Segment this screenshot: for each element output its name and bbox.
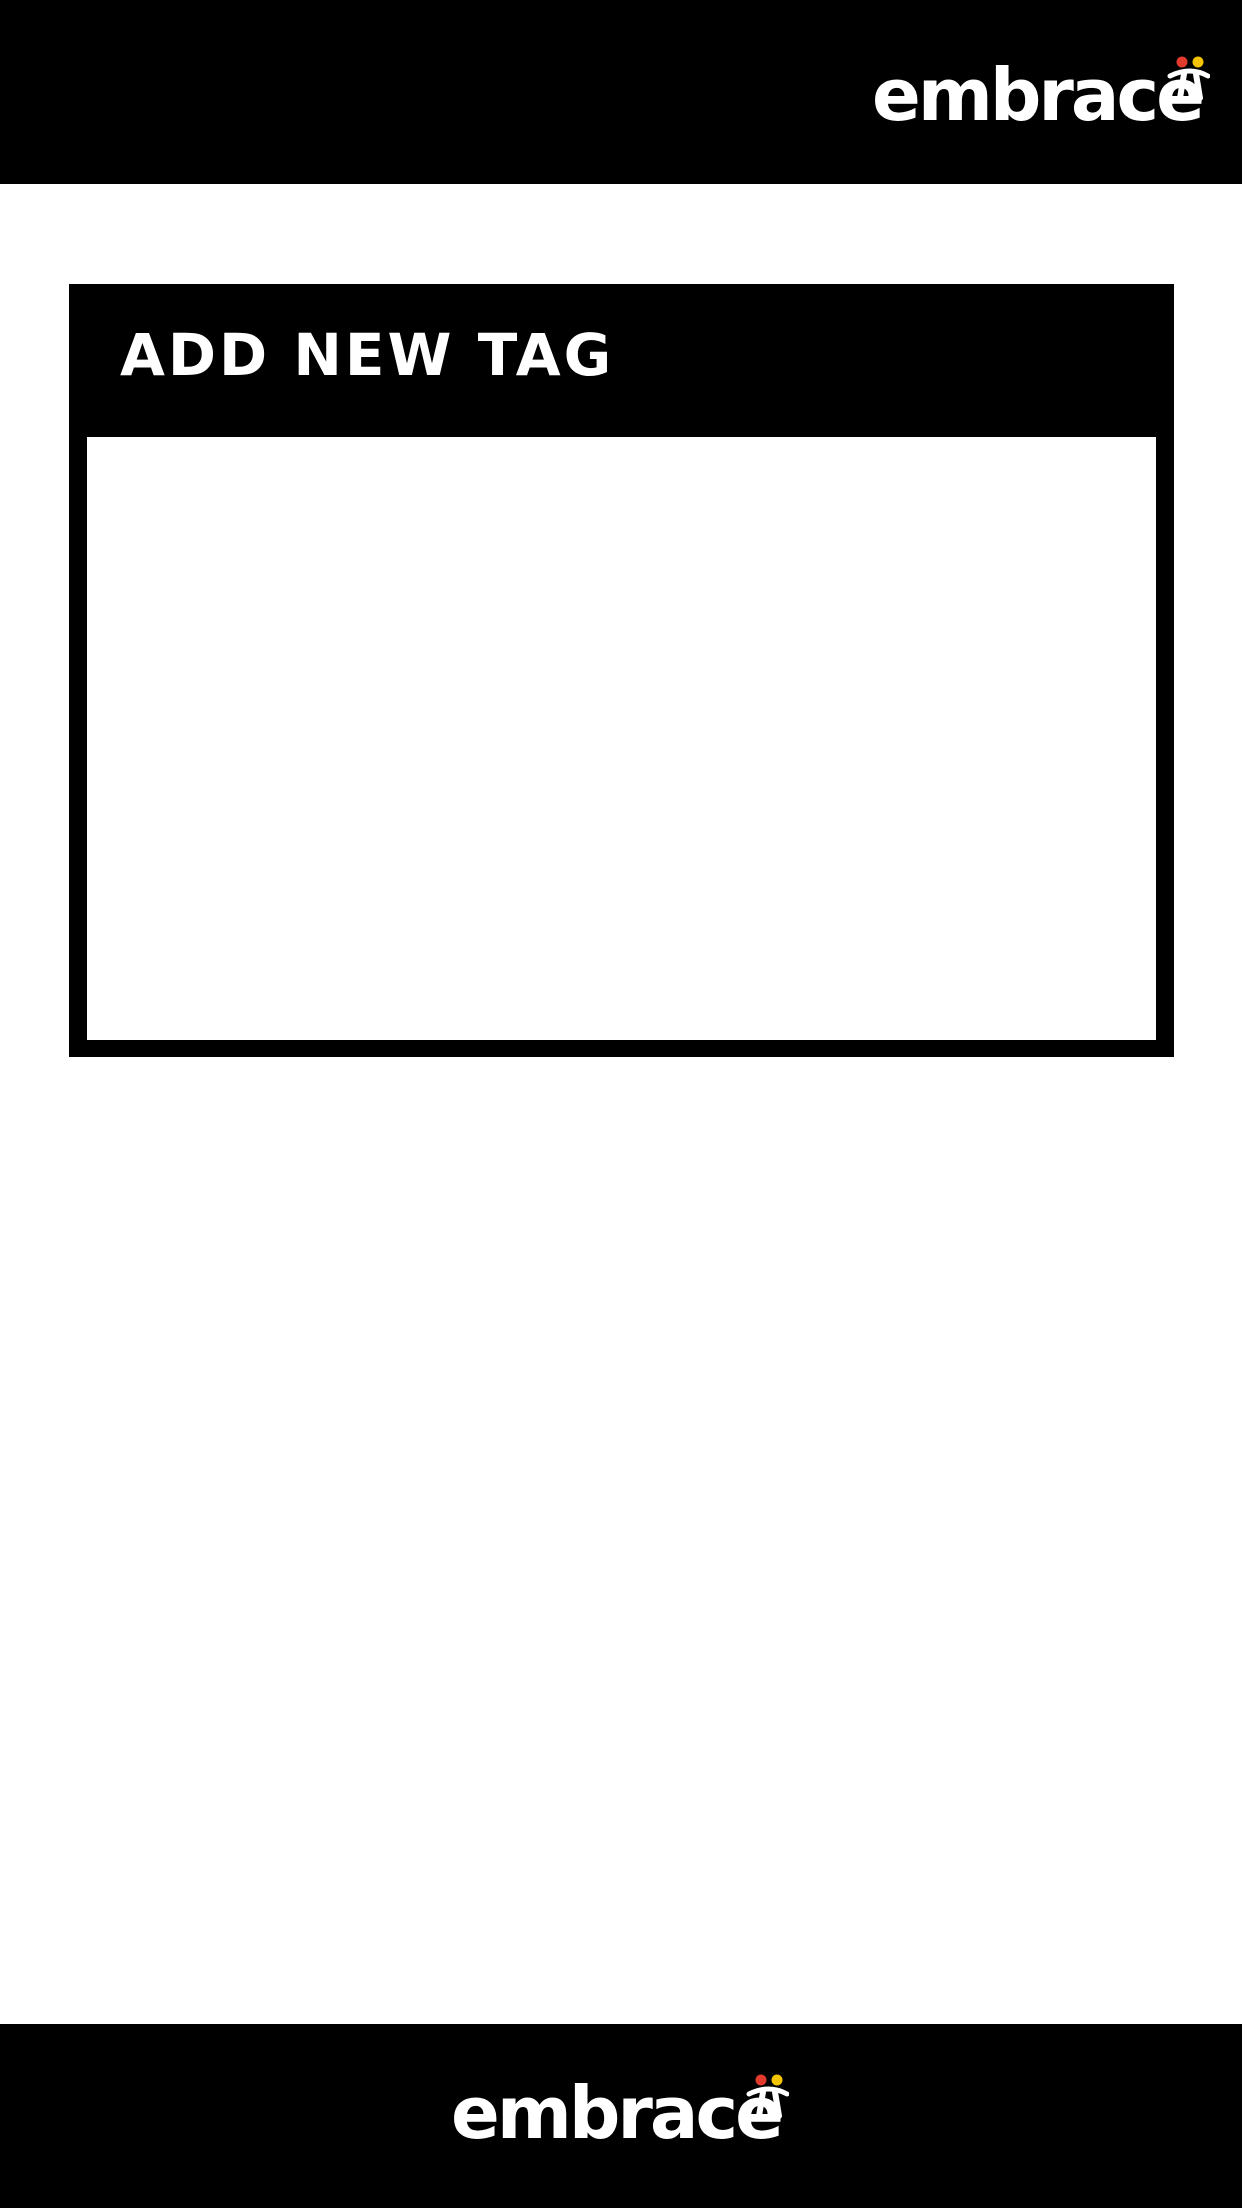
embrace-logo-footer: embrace <box>451 2072 789 2148</box>
top-header-bar: embrace <box>0 0 1242 184</box>
dialog-content-area[interactable] <box>87 437 1156 1040</box>
embrace-logo: embrace <box>872 54 1210 130</box>
dialog-title: ADD NEW TAG <box>120 321 615 389</box>
bottom-footer-bar: embrace <box>0 2024 1242 2208</box>
logo-text: embrace <box>872 54 1202 130</box>
footer-logo-text: embrace <box>451 2072 781 2148</box>
back-button[interactable] <box>30 30 120 155</box>
dialog-header: ADD NEW TAG <box>69 284 1174 436</box>
add-tag-dialog: ADD NEW TAG <box>69 284 1174 1057</box>
add-tag-screen: embrace ADD NEW TAG embrace <box>0 0 1242 2208</box>
